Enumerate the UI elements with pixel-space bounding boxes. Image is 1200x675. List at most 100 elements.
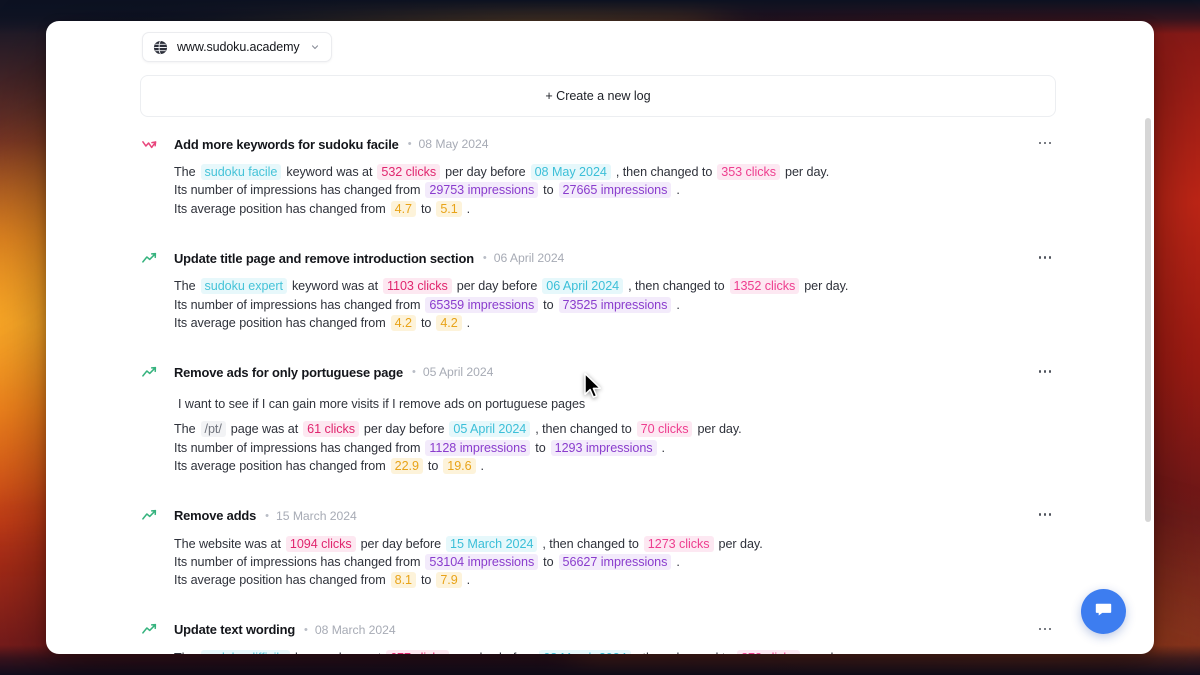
log-entry[interactable]: Add more keywords for sudoku facile • 08 M… xyxy=(140,134,1056,218)
clicks-line-before-text: per day before xyxy=(445,165,526,179)
log-entry[interactable]: Remove ads for only portuguese page • 05 A… xyxy=(140,362,1056,475)
create-new-log-button[interactable]: + Create a new log xyxy=(140,75,1056,117)
log-entry-header: Add more keywords for sudoku facile • 08 M… xyxy=(140,134,1056,154)
log-entry[interactable]: Update title page and remove introductio… xyxy=(140,248,1056,332)
clicks-line-then-text: , then changed to xyxy=(542,536,639,551)
position-before-chip: 4.2 xyxy=(390,315,416,332)
log-position-line: Its average position has changed from 22… xyxy=(174,457,1056,475)
position-line-label: Its average position has changed from xyxy=(174,201,386,216)
position-line-to: to xyxy=(420,573,432,588)
impressions-line-to: to xyxy=(543,183,554,198)
chevron-down-icon xyxy=(310,42,320,52)
chat-bubble-icon xyxy=(1093,599,1114,625)
vertical-scrollbar[interactable] xyxy=(1145,118,1151,646)
clicks-after-chip: 878 clicks xyxy=(737,649,800,654)
log-entry-date: 06 April 2024 xyxy=(493,251,565,266)
clicks-line-per-day: per day. xyxy=(785,165,830,179)
site-selector-label: www.sudoku.academy xyxy=(177,40,300,54)
desktop-wallpaper: www.sudoku.academy + Create a new log Ad… xyxy=(0,0,1200,675)
clicks-line-subject-suffix: keyword was at xyxy=(286,165,373,179)
clicks-before-chip: 677 clicks xyxy=(386,649,449,654)
position-before-chip: 22.9 xyxy=(390,458,423,475)
log-entry-menu-button[interactable] xyxy=(1034,507,1056,523)
trend-up-icon xyxy=(140,507,158,525)
impressions-after-chip: 73525 impressions xyxy=(558,296,672,313)
log-entry-header: Remove adds • 15 March 2024 xyxy=(140,506,1056,526)
clicks-line-prefix: The xyxy=(174,651,196,654)
position-before-chip: 8.1 xyxy=(390,572,416,589)
log-entry-date: 05 April 2024 xyxy=(422,365,494,380)
site-selector[interactable]: www.sudoku.academy xyxy=(142,32,332,62)
title-date-separator: • xyxy=(407,138,412,150)
log-list: Add more keywords for sudoku facile • 08 M… xyxy=(140,134,1056,654)
impressions-line-label: Its number of impressions has changed fr… xyxy=(174,555,421,570)
impressions-line-period: . xyxy=(676,555,680,570)
log-entry-header: Update title page and remove introductio… xyxy=(140,248,1056,268)
impressions-line-label: Its number of impressions has changed fr… xyxy=(174,440,421,455)
log-clicks-line: The sudoku difficile keyword was at 677 … xyxy=(174,649,1056,654)
trend-up-icon xyxy=(140,249,158,267)
log-position-line: Its average position has changed from 4.… xyxy=(174,200,1056,218)
globe-icon xyxy=(153,40,168,55)
position-line-to: to xyxy=(420,316,432,331)
impressions-line-period: . xyxy=(676,183,680,198)
clicks-line-before-text: per day before xyxy=(363,422,445,437)
clicks-line-per-day: per day. xyxy=(804,279,849,294)
clicks-before-chip: 532 clicks xyxy=(377,164,441,180)
scrollbar-thumb[interactable] xyxy=(1145,118,1151,522)
page-path-chip: /pt/ xyxy=(200,421,226,438)
page-scroll-area[interactable]: www.sudoku.academy + Create a new log Ad… xyxy=(46,21,1154,654)
log-entry-menu-button[interactable] xyxy=(1034,363,1056,379)
log-clicks-line: The /pt/ page was at 61 clicks per day b… xyxy=(174,420,1056,438)
log-entry-body: The /pt/ page was at 61 clicks per day b… xyxy=(174,420,1056,475)
title-date-separator: • xyxy=(304,623,308,636)
impressions-before-chip: 1128 impressions xyxy=(425,439,531,456)
clicks-line-subject-suffix: keyword was at xyxy=(291,279,379,294)
position-line-label: Its average position has changed from xyxy=(174,573,386,588)
log-entry[interactable]: Update text wording • 08 March 2024The sud… xyxy=(140,620,1056,654)
clicks-before-chip: 1094 clicks xyxy=(285,535,356,552)
log-entry[interactable]: Remove adds • 15 March 2024 The website was… xyxy=(140,506,1056,590)
clicks-after-chip: 353 clicks xyxy=(717,164,781,180)
impressions-before-chip: 29753 impressions xyxy=(425,182,539,199)
chat-support-button[interactable] xyxy=(1081,589,1126,634)
log-clicks-line: The sudoku expert keyword was at 1103 cl… xyxy=(174,277,1056,295)
log-entry-title: Update title page and remove introductio… xyxy=(174,250,474,266)
log-entry-body: The sudoku difficile keyword was at 677 … xyxy=(174,649,1056,654)
keyword-chip: sudoku facile xyxy=(200,164,282,180)
log-entry-title: Remove adds xyxy=(174,508,257,524)
clicks-after-chip: 70 clicks xyxy=(636,421,693,438)
keyword-chip: sudoku expert xyxy=(200,278,287,295)
log-impressions-line: Its number of impressions has changed fr… xyxy=(174,181,1056,199)
position-line-label: Its average position has changed from xyxy=(174,459,386,474)
impressions-before-chip: 65359 impressions xyxy=(425,296,539,313)
log-entry-menu-button[interactable] xyxy=(1034,621,1056,637)
title-date-separator: • xyxy=(482,252,487,265)
log-entry-menu-button[interactable] xyxy=(1034,135,1056,151)
change-date-chip: 08 March 2024 xyxy=(539,649,631,654)
log-entry-menu-button[interactable] xyxy=(1034,249,1056,265)
title-date-separator: • xyxy=(411,366,416,379)
impressions-after-chip: 27665 impressions xyxy=(558,182,672,199)
position-line-period: . xyxy=(466,201,471,216)
impressions-after-chip: 1293 impressions xyxy=(550,439,657,456)
impressions-after-chip: 56627 impressions xyxy=(558,554,672,571)
position-line-period: . xyxy=(466,316,471,331)
clicks-line-before-text: per day before xyxy=(456,279,538,294)
position-line-to: to xyxy=(420,201,432,216)
trend-up-icon xyxy=(140,363,158,381)
browser-window: www.sudoku.academy + Create a new log Ad… xyxy=(46,21,1154,654)
position-line-label: Its average position has changed from xyxy=(174,316,386,331)
log-entry-body: The sudoku facile keyword was at 532 cli… xyxy=(174,163,1056,218)
clicks-line-per-day: per day. xyxy=(718,536,763,551)
log-entry-date: 15 March 2024 xyxy=(276,508,357,523)
log-entry-title: Update text wording xyxy=(174,622,296,638)
clicks-line-prefix: The xyxy=(174,422,196,437)
change-date-chip: 15 March 2024 xyxy=(446,535,538,552)
log-entry-header: Remove ads for only portuguese page • 05 A… xyxy=(140,362,1056,382)
clicks-line-prefix: The xyxy=(174,165,196,179)
log-impressions-line: Its number of impressions has changed fr… xyxy=(174,439,1056,457)
position-line-to: to xyxy=(427,459,439,474)
clicks-line-per-day: per day. xyxy=(697,422,742,437)
clicks-before-chip: 61 clicks xyxy=(303,421,359,438)
